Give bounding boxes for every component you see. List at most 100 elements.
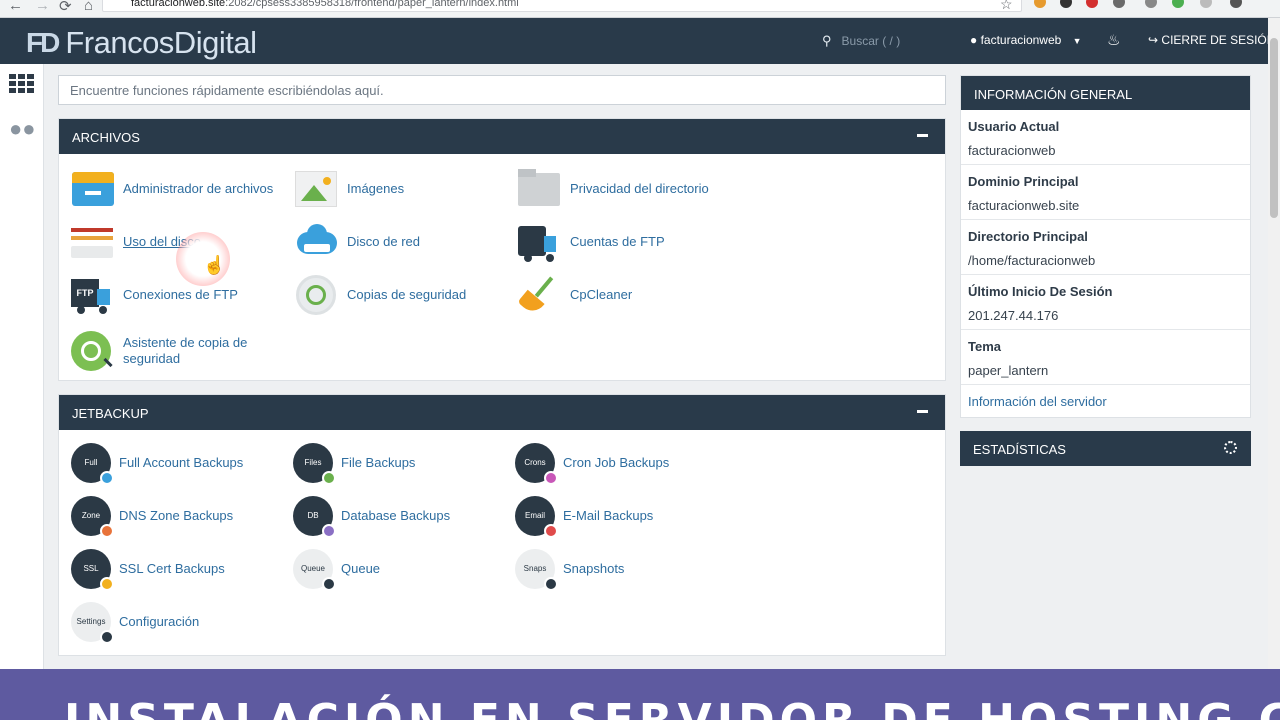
top-header: FD FrancosDigital ⚲ Buscar ( / ) ● factu…	[0, 18, 1275, 64]
disk-usage-icon	[71, 222, 115, 262]
files-backup-icon: Files	[293, 443, 336, 485]
broom-icon	[517, 275, 562, 317]
item-ftp-accounts[interactable]: Cuentas de FTP	[518, 222, 665, 262]
item-dns-zone-backups[interactable]: Zone DNS Zone Backups	[71, 496, 233, 538]
item-full-account-backups[interactable]: Full Full Account Backups	[71, 443, 243, 485]
network-disk-icon	[295, 222, 339, 262]
info-row: Último Inicio De Sesión 201.247.44.176	[961, 275, 1250, 330]
address-bar[interactable]: facturacionweb.site:2082/cpsess338595831…	[102, 0, 1022, 12]
home-icon[interactable]: ⌂	[84, 0, 93, 14]
caption-text: INSTALACIÓN EN SERVIDOR DE HOSTING COMPA…	[64, 695, 1280, 720]
gmail-extension-icon[interactable]	[1113, 0, 1125, 8]
statistics-panel-header[interactable]: ESTADÍSTICAS	[960, 431, 1251, 466]
collapse-icon[interactable]	[917, 134, 928, 137]
item-label: Cron Job Backups	[563, 455, 670, 470]
server-info-link[interactable]: Información del servidor	[961, 385, 1250, 409]
item-ssl-cert-backups[interactable]: SSL SSL Cert Backups	[71, 549, 225, 591]
item-backup-wizard[interactable]: Asistente de copia de seguridad	[71, 331, 271, 371]
hand-cursor-icon: ☝	[203, 255, 226, 275]
forward-icon[interactable]: →	[35, 0, 50, 14]
scrollbar-thumb[interactable]	[1270, 38, 1278, 218]
extension-icon[interactable]	[1145, 0, 1157, 8]
logout-button[interactable]: ↪ CIERRE DE SESIÓN	[1148, 33, 1275, 47]
item-label: Copias de seguridad	[347, 287, 467, 302]
queue-icon: Queue	[293, 549, 336, 591]
file-manager-icon	[71, 169, 115, 209]
item-snapshots[interactable]: Snaps Snapshots	[515, 549, 625, 591]
jetbackup-panel: JETBACKUP Full Full Account Backups File…	[58, 394, 946, 656]
caption-banner: INSTALACIÓN EN SERVIDOR DE HOSTING COMPA…	[0, 669, 1280, 720]
logo-text: FrancosDigital	[65, 25, 257, 60]
item-queue[interactable]: Queue Queue	[293, 549, 381, 591]
ssl-backup-icon: SSL	[71, 549, 114, 591]
user-icon: ●	[970, 33, 978, 47]
browser-toolbar: ← → ⟳ ⌂ facturacionweb.site:2082/cpsess3…	[0, 0, 1280, 18]
jetbackup-title: JETBACKUP	[72, 406, 149, 421]
back-icon[interactable]: ←	[8, 0, 23, 14]
item-label: Snapshots	[563, 561, 625, 576]
archivos-title: ARCHIVOS	[72, 130, 140, 145]
item-label: Conexiones de FTP	[123, 287, 238, 302]
users-icon[interactable]: ●●	[9, 116, 36, 142]
reload-icon[interactable]: ⟳	[59, 0, 72, 15]
item-directory-privacy[interactable]: Privacidad del directorio	[518, 169, 709, 209]
url-path: :2082/cpsess3385958318/frontend/paper_la…	[225, 0, 519, 9]
item-database-backups[interactable]: DB Database Backups	[293, 496, 451, 538]
db-backup-icon: DB	[293, 496, 336, 538]
user-menu[interactable]: ● facturacionweb ▼	[970, 33, 1082, 47]
settings-icon: Settings	[71, 602, 114, 644]
info-row: Dominio Principal facturacionweb.site	[961, 165, 1250, 220]
brand-logo[interactable]: FD FrancosDigital	[26, 25, 257, 61]
full-backup-icon: Full	[71, 443, 114, 485]
ftp-accounts-icon	[518, 222, 562, 262]
extension-icon[interactable]	[1172, 0, 1184, 8]
archivos-header[interactable]: ARCHIVOS	[59, 119, 945, 154]
item-backups[interactable]: Copias de seguridad	[295, 275, 466, 315]
item-images[interactable]: Imágenes	[295, 169, 404, 209]
bookmark-star-icon[interactable]: ☆	[1000, 0, 1013, 13]
item-label: Privacidad del directorio	[570, 181, 709, 196]
info-row: Directorio Principal/home/facturacionweb	[961, 220, 1250, 275]
item-label: E-Mail Backups	[563, 508, 654, 523]
quick-search-input[interactable]: Encuentre funciones rápidamente escribié…	[58, 75, 946, 105]
item-label: Imágenes	[347, 181, 405, 196]
item-file-backups[interactable]: Files File Backups	[293, 443, 416, 485]
ftp-connections-icon: FTP	[71, 275, 115, 315]
item-label: Administrador de archivos	[123, 181, 274, 196]
item-email-backups[interactable]: Email E-Mail Backups	[515, 496, 654, 538]
info-row: Usuario Actual facturacionweb	[961, 110, 1250, 165]
crons-backup-icon: Crons	[515, 443, 558, 485]
email-backup-icon: Email	[515, 496, 558, 538]
user-name: facturacionweb	[980, 33, 1062, 47]
grid-icon[interactable]	[9, 74, 34, 94]
zone-backup-icon: Zone	[71, 496, 114, 538]
settings-extension-icon[interactable]	[1060, 0, 1072, 8]
spinner-icon	[1224, 441, 1237, 454]
page-scrollbar[interactable]	[1268, 18, 1280, 670]
item-file-manager[interactable]: Administrador de archivos	[71, 169, 273, 209]
chevron-down-icon: ▼	[1072, 36, 1082, 46]
item-label: File Backups	[341, 455, 416, 470]
left-sidebar: ●●	[0, 64, 44, 670]
general-info-title: INFORMACIÓN GENERAL	[961, 76, 1250, 110]
item-network-disk[interactable]: Disco de red	[295, 222, 420, 262]
opera-extension-icon[interactable]	[1086, 0, 1098, 8]
item-settings[interactable]: Settings Configuración	[71, 602, 199, 644]
header-search[interactable]: ⚲ Buscar ( / )	[822, 33, 900, 49]
collapse-icon[interactable]	[917, 410, 928, 413]
item-label: Queue	[341, 561, 381, 576]
jetbackup-header[interactable]: JETBACKUP	[59, 395, 945, 430]
item-label: Cuentas de FTP	[570, 234, 665, 249]
item-label: Database Backups	[341, 508, 451, 523]
item-label: Asistente de copia de seguridad	[123, 335, 248, 366]
images-icon	[295, 169, 339, 209]
logout-icon: ↪	[1148, 33, 1159, 47]
bell-icon[interactable]: ♨	[1107, 31, 1120, 49]
extension-icon[interactable]	[1034, 0, 1046, 8]
item-cron-job-backups[interactable]: Crons Cron Job Backups	[515, 443, 670, 485]
item-cpcleaner[interactable]: CpCleaner	[517, 275, 632, 317]
url-host: facturacionweb.site	[131, 0, 226, 9]
general-info-panel: INFORMACIÓN GENERAL Usuario Actual factur…	[960, 75, 1251, 418]
extension-icon[interactable]	[1200, 0, 1212, 8]
profile-icon[interactable]	[1230, 0, 1242, 8]
